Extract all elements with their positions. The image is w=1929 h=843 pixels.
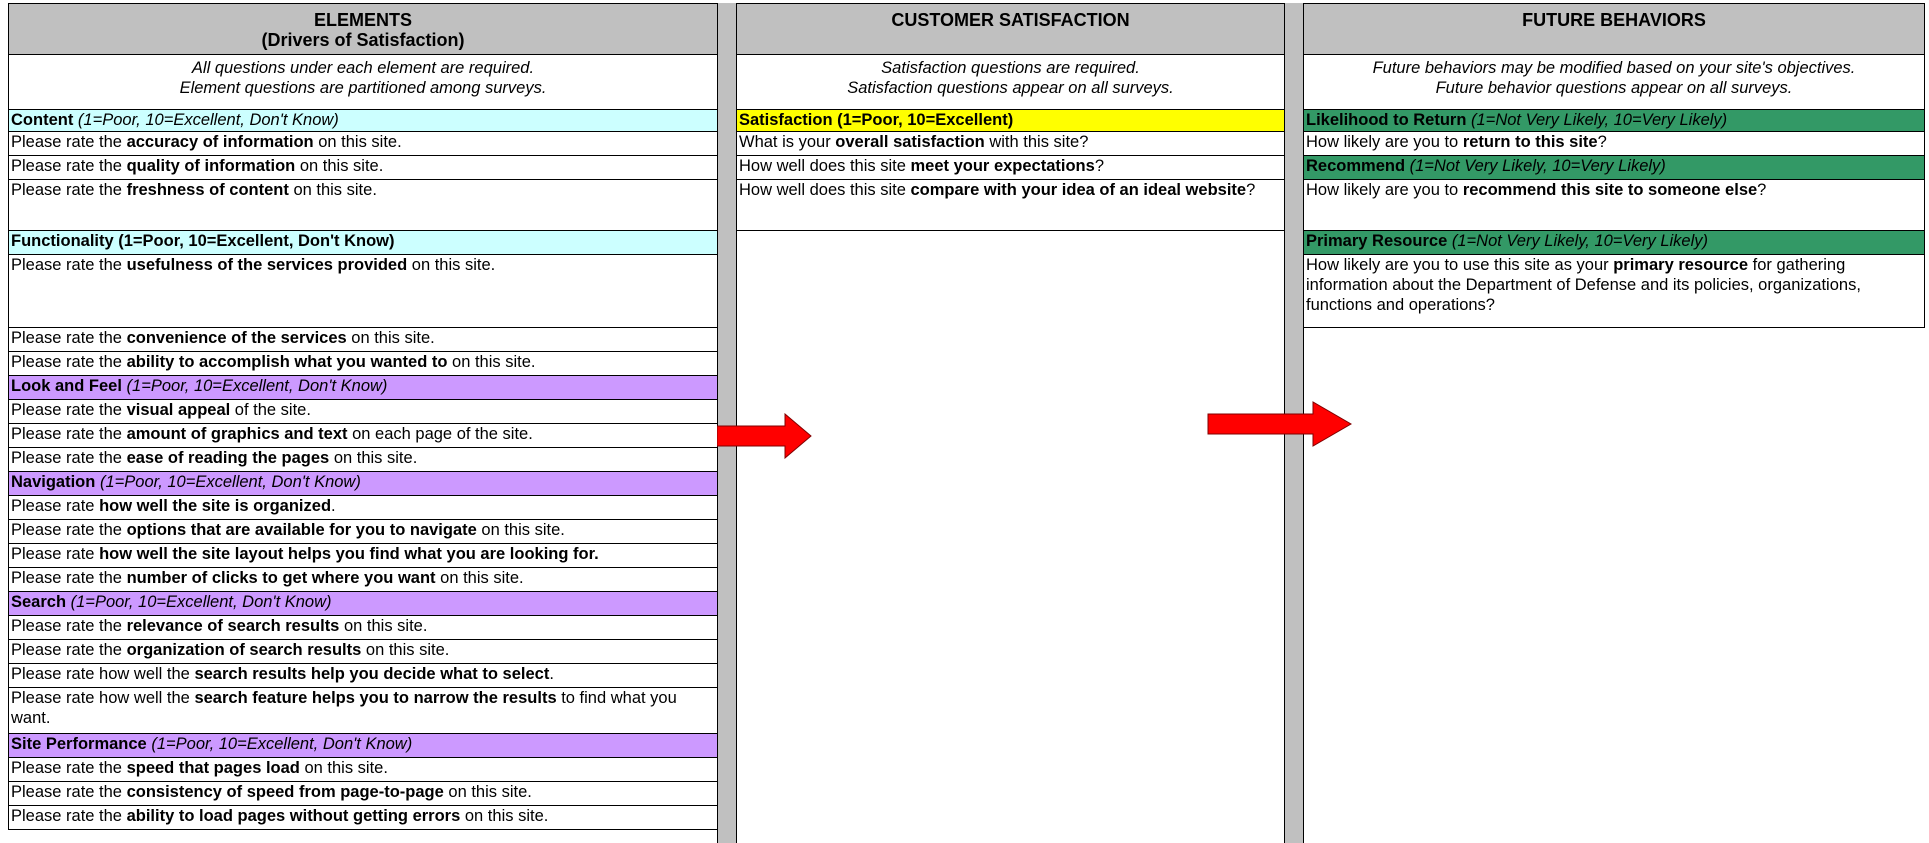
content-q1: Please rate the accuracy of information … — [8, 132, 718, 156]
primary-label: Primary Resource — [1306, 232, 1448, 250]
performance-q2: Please rate the consistency of speed fro… — [8, 782, 718, 806]
return-label: Likelihood to Return — [1306, 111, 1467, 129]
navigation-q3: Please rate how well the site layout hel… — [8, 544, 718, 568]
return-question: How likely are you to return to this sit… — [1303, 132, 1925, 156]
navigation-label: Navigation — [11, 473, 96, 491]
recommend-scale: (1=Not Very Likely, 10=Very Likely) — [1409, 157, 1666, 175]
navigation-q1: Please rate how well the site is organiz… — [8, 496, 718, 520]
look-scale: (1=Poor, 10=Excellent, Don't Know) — [126, 377, 388, 395]
recommend-label: Recommend — [1306, 157, 1406, 175]
content-q2: Please rate the quality of information o… — [8, 156, 718, 180]
performance-label: Site Performance — [11, 735, 147, 753]
functionality-q2: Please rate the convenience of the servi… — [8, 328, 718, 352]
future-note-line2: Future behavior questions appear on all … — [1435, 79, 1793, 97]
future-note-line1: Future behaviors may be modified based o… — [1372, 59, 1856, 77]
search-q2: Please rate the organization of search r… — [8, 640, 718, 664]
search-q1: Please rate the relevance of search resu… — [8, 616, 718, 640]
search-q3: Please rate how well the search results … — [8, 664, 718, 688]
return-scale: (1=Not Very Likely, 10=Very Likely) — [1471, 111, 1728, 129]
elements-title: ELEMENTS — [313, 10, 412, 30]
content-scale: (1=Poor, 10=Excellent, Don't Know) — [77, 111, 339, 129]
future-column: FUTURE BEHAVIORS Future behaviors may be… — [1303, 3, 1925, 328]
navigation-q2: Please rate the options that are availab… — [8, 520, 718, 544]
return-section-header: Likelihood to Return (1=Not Very Likely,… — [1303, 109, 1925, 132]
future-header: FUTURE BEHAVIORS — [1303, 3, 1925, 55]
navigation-q4: Please rate the number of clicks to get … — [8, 568, 718, 592]
satisfaction-column: CUSTOMER SATISFACTION Satisfaction quest… — [736, 3, 1285, 231]
satisfaction-q3: How well does this site compare with you… — [736, 180, 1285, 231]
search-q4: Please rate how well the search feature … — [8, 688, 718, 734]
satisfaction-q1: What is your overall satisfaction with t… — [736, 132, 1285, 156]
recommend-section-header: Recommend (1=Not Very Likely, 10=Very Li… — [1303, 156, 1925, 180]
performance-q1: Please rate the speed that pages load on… — [8, 758, 718, 782]
search-scale: (1=Poor, 10=Excellent, Don't Know) — [70, 593, 332, 611]
navigation-scale: (1=Poor, 10=Excellent, Don't Know) — [99, 473, 361, 491]
look-q3: Please rate the ease of reading the page… — [8, 448, 718, 472]
satisfaction-title: CUSTOMER SATISFACTION — [891, 10, 1130, 30]
arrow-elements-to-satisfaction-icon — [717, 413, 812, 459]
elements-note-line1: All questions under each element are req… — [191, 59, 535, 77]
arrow-satisfaction-to-future-icon — [1207, 401, 1352, 447]
primary-scale: (1=Not Very Likely, 10=Very Likely) — [1451, 232, 1709, 250]
navigation-section-header: Navigation (1=Poor, 10=Excellent, Don't … — [8, 472, 718, 496]
future-note: Future behaviors may be modified based o… — [1303, 55, 1925, 109]
search-label: Search — [11, 593, 67, 611]
satisfaction-note: Satisfaction questions are required. Sat… — [736, 55, 1285, 109]
recommend-question: How likely are you to recommend this sit… — [1303, 180, 1925, 231]
elements-subtitle: (Drivers of Satisfaction) — [261, 30, 465, 50]
performance-q3: Please rate the ability to load pages wi… — [8, 806, 718, 830]
satisfaction-note-line1: Satisfaction questions are required. — [881, 59, 1140, 77]
satisfaction-section-header: Satisfaction (1=Poor, 10=Excellent) — [736, 109, 1285, 132]
functionality-q3: Please rate the ability to accomplish wh… — [8, 352, 718, 376]
look-q2: Please rate the amount of graphics and t… — [8, 424, 718, 448]
content-label: Content — [11, 111, 74, 129]
search-section-header: Search (1=Poor, 10=Excellent, Don't Know… — [8, 592, 718, 616]
elements-header: ELEMENTS (Drivers of Satisfaction) — [8, 3, 718, 55]
satisfaction-header: CUSTOMER SATISFACTION — [736, 3, 1285, 55]
performance-scale: (1=Poor, 10=Excellent, Don't Know) — [151, 735, 413, 753]
functionality-q1: Please rate the usefulness of the servic… — [8, 255, 718, 328]
satisfaction-note-line2: Satisfaction questions appear on all sur… — [847, 79, 1174, 97]
primary-question: How likely are you to use this site as y… — [1303, 255, 1925, 328]
content-section-header: Content (1=Poor, 10=Excellent, Don't Kno… — [8, 109, 718, 132]
functionality-section-header: Functionality (1=Poor, 10=Excellent, Don… — [8, 231, 718, 255]
look-q1: Please rate the visual appeal of the sit… — [8, 400, 718, 424]
primary-section-header: Primary Resource (1=Not Very Likely, 10=… — [1303, 231, 1925, 255]
future-title: FUTURE BEHAVIORS — [1522, 10, 1706, 30]
elements-column: ELEMENTS (Drivers of Satisfaction) All q… — [8, 3, 718, 830]
look-label: Look and Feel — [11, 377, 122, 395]
performance-section-header: Site Performance (1=Poor, 10=Excellent, … — [8, 734, 718, 758]
elements-note: All questions under each element are req… — [8, 55, 718, 109]
satisfaction-q2: How well does this site meet your expect… — [736, 156, 1285, 180]
look-section-header: Look and Feel (1=Poor, 10=Excellent, Don… — [8, 376, 718, 400]
content-q3: Please rate the freshness of content on … — [8, 180, 718, 231]
elements-note-line2: Element questions are partitioned among … — [179, 79, 547, 97]
